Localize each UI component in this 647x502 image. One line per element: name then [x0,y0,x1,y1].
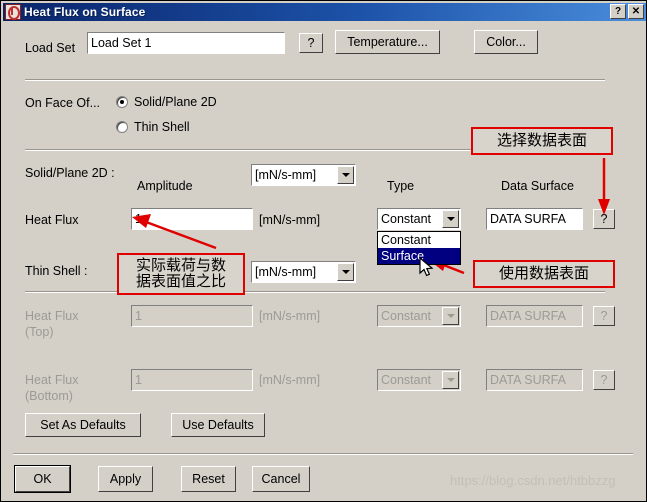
cancel-button[interactable]: Cancel [252,466,310,492]
type-option-constant[interactable]: Constant [378,232,460,248]
chevron-down-icon [442,371,459,389]
temperature-button[interactable]: Temperature... [335,30,440,54]
close-icon[interactable]: ✕ [628,4,644,19]
title-bar: Heat Flux on Surface ? ✕ [3,3,646,21]
heat-flux-top-units-text: [mN/s-mm] [259,309,321,323]
load-set-label: Load Set [25,41,76,55]
app-icon [5,4,21,20]
heat-flux-top-data-surface-input: DATA SURFA [486,305,583,327]
amplitude-header: Amplitude [137,179,193,193]
solid-units-value: [mN/s-mm] [255,168,317,182]
chevron-down-icon[interactable] [337,263,354,281]
heat-flux-bottom-help-button: ? [593,370,615,390]
heat-flux-type-combo[interactable]: Constant [377,208,461,230]
heat-flux-top-amplitude-input: 1 [131,305,253,327]
color-button[interactable]: Color... [474,30,538,54]
chevron-down-icon [442,307,459,325]
annotation-ratio-line2: 据表面值之比 [135,272,226,290]
type-dropdown-list[interactable]: Constant Surface [377,231,461,265]
reset-button[interactable]: Reset [181,466,236,492]
set-as-defaults-button[interactable]: Set As Defaults [25,413,141,437]
heat-flux-top-label-line2: (Top) [25,325,54,339]
separator-bottom [13,453,633,455]
heat-flux-type-value: Constant [381,212,432,226]
radio-thin-shell[interactable] [116,121,128,133]
type-header: Type [387,179,415,193]
ok-button[interactable]: OK [14,465,71,493]
data-surface-header: Data Surface [501,179,574,193]
title-bar-buttons: ? ✕ [610,4,644,19]
use-defaults-button[interactable]: Use Defaults [171,413,265,437]
heat-flux-top-type-value: Constant [381,309,432,323]
heat-flux-dialog: Heat Flux on Surface ? ✕ Load Set Load S… [0,0,647,502]
chevron-down-icon[interactable] [442,210,459,228]
radio-solid-plane-2d-label[interactable]: Solid/Plane 2D [134,95,217,109]
chevron-down-icon[interactable] [337,166,354,184]
heat-flux-label: Heat Flux [25,213,79,227]
radio-thin-shell-label[interactable]: Thin Shell [134,120,190,134]
solid-units-combo[interactable]: [mN/s-mm] [251,164,356,186]
type-option-surface[interactable]: Surface [378,248,460,264]
separator-thin-shell [25,291,605,293]
heat-flux-amplitude-input[interactable]: 1 [131,208,253,230]
thin-shell-title: Thin Shell : [25,264,88,278]
heat-flux-units-text: [mN/s-mm] [259,213,321,227]
solid-plane-2d-title: Solid/Plane 2D : [25,166,115,180]
window-title: Heat Flux on Surface [24,5,146,19]
thin-shell-units-combo[interactable]: [mN/s-mm] [251,261,356,283]
annotation-use-data-surface: 使用数据表面 [473,260,615,288]
heat-flux-bottom-type-combo: Constant [377,369,461,391]
thin-shell-units-value: [mN/s-mm] [255,265,317,279]
heat-flux-bottom-data-surface-input: DATA SURFA [486,369,583,391]
annotation-load-to-data-ratio: 实际载荷与数 据表面值之比 [117,253,245,295]
load-set-help-button[interactable]: ? [299,33,323,53]
heat-flux-bottom-type-value: Constant [381,373,432,387]
heat-flux-bottom-label-line2: (Bottom) [25,389,73,403]
watermark: https://blog.csdn.net/htbbzzg [450,473,616,488]
heat-flux-data-surface-help-button[interactable]: ? [593,209,615,229]
heat-flux-data-surface-input[interactable]: DATA SURFA [486,208,583,230]
load-set-input[interactable]: Load Set 1 [87,32,285,54]
heat-flux-top-help-button: ? [593,306,615,326]
heat-flux-bottom-units-text: [mN/s-mm] [259,373,321,387]
radio-solid-plane-2d[interactable] [116,96,128,108]
heat-flux-bottom-amplitude-input: 1 [131,369,253,391]
heat-flux-bottom-label-line1: Heat Flux [25,373,79,387]
help-titlebar-button[interactable]: ? [610,4,626,19]
apply-button[interactable]: Apply [98,466,153,492]
heat-flux-top-type-combo: Constant [377,305,461,327]
annotation-select-data-surface: 选择数据表面 [471,127,613,155]
separator-top [25,79,605,81]
on-face-of-label: On Face Of... [25,96,101,110]
heat-flux-top-label-line1: Heat Flux [25,309,79,323]
